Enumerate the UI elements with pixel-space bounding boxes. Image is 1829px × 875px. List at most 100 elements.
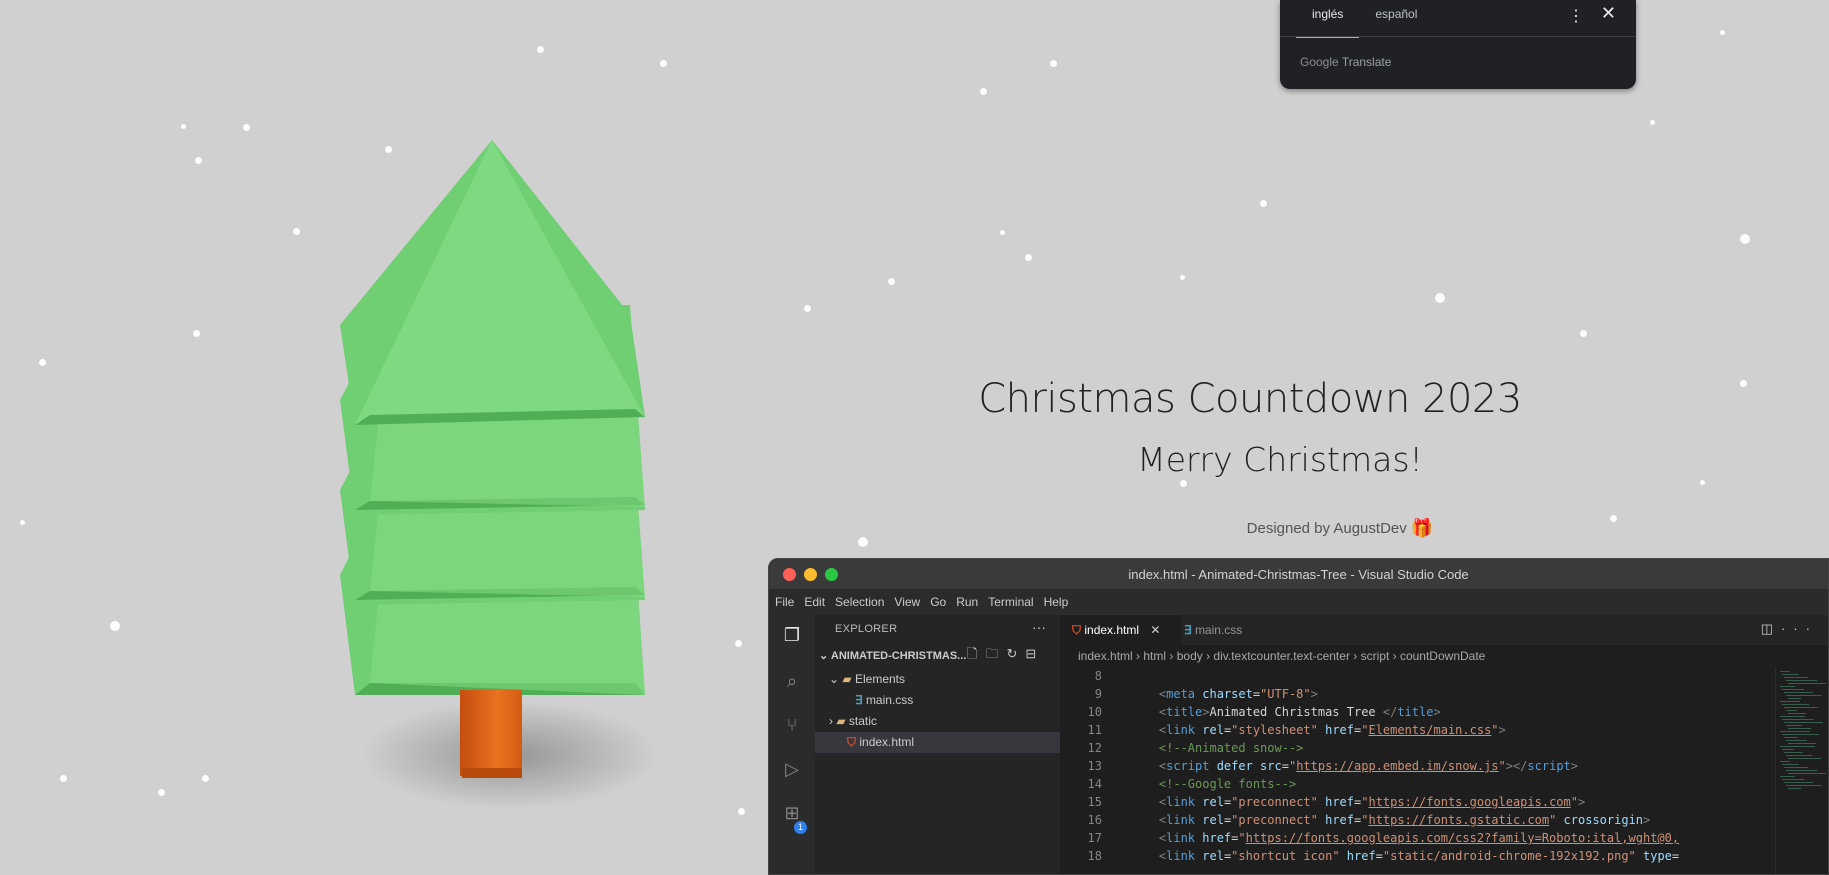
close-tab-icon[interactable]: ✕ xyxy=(1150,623,1160,637)
code-token: > xyxy=(1570,759,1579,773)
code-token: < xyxy=(1130,831,1167,845)
snowflake xyxy=(195,157,202,164)
tree-trunk xyxy=(460,690,522,776)
code-token: crossorigin xyxy=(1556,813,1644,827)
snowflake xyxy=(1435,293,1445,303)
explorer-icon[interactable]: ❐ xyxy=(781,625,803,647)
code-line: 17 <link href="https://fonts.googleapis.… xyxy=(1060,829,1776,847)
breadcrumb-item[interactable]: script xyxy=(1361,649,1390,663)
snowflake xyxy=(1180,480,1187,487)
tree-tier-1 xyxy=(340,140,645,425)
close-icon[interactable]: ✕ xyxy=(1601,3,1616,24)
new-folder-icon[interactable]: 🗀 xyxy=(985,646,1006,661)
tab-source-language[interactable]: inglés xyxy=(1296,0,1360,38)
code-line: 13 <script defer src="https://app.embed.… xyxy=(1060,757,1776,775)
tab-index-html[interactable]: ⛉ index.html ✕ xyxy=(1060,615,1182,645)
code-editor[interactable]: 89 <meta charset="UTF-8"> 10 <title>Anima… xyxy=(1060,667,1776,874)
snowflake xyxy=(738,808,745,815)
more-options-icon[interactable]: ⋮ xyxy=(1568,6,1584,26)
project-folder-label: ANIMATED-CHRISTMAS... xyxy=(830,650,967,662)
snowflake xyxy=(1650,120,1655,125)
snowflake xyxy=(158,789,165,796)
page-title: Christmas Countdown 2023 xyxy=(978,376,1522,422)
minimap-line xyxy=(1788,758,1821,759)
code-token: link xyxy=(1166,849,1196,863)
code-token: "stylesheet" xyxy=(1231,723,1318,737)
breadcrumb-item[interactable]: body xyxy=(1177,649,1203,663)
breadcrumb-item[interactable]: index.html xyxy=(1078,649,1133,663)
tree-item-main-css[interactable]: ∃ main.css xyxy=(815,690,1060,711)
minimap-line xyxy=(1788,743,1816,744)
editor-tab-bar: ⛉ index.html ✕ ∃ main.css ◫··· xyxy=(1060,615,1828,645)
minimap-line xyxy=(1784,707,1818,708)
minimap-line xyxy=(1786,710,1797,711)
line-number: 11 xyxy=(1087,723,1102,737)
code-line: 14 <!--Google fonts--> xyxy=(1060,775,1776,793)
snowflake xyxy=(60,775,67,782)
breadcrumb-item[interactable]: div.textcounter.text-center xyxy=(1213,649,1350,663)
tab-main-css[interactable]: ∃ main.css xyxy=(1172,615,1284,645)
menu-item-go[interactable]: Go xyxy=(930,595,946,609)
snowflake xyxy=(1260,200,1267,207)
designed-by-credit: Designed by AugustDev 🎁 xyxy=(1110,518,1570,539)
line-number: 14 xyxy=(1087,777,1102,791)
line-number: 9 xyxy=(1094,687,1102,701)
code-token: "preconnect" xyxy=(1231,813,1318,827)
snowflake xyxy=(293,228,300,235)
breadcrumb-item[interactable]: html xyxy=(1143,649,1166,663)
code-token: rel xyxy=(1195,795,1224,809)
more-actions-icon[interactable]: ··· xyxy=(1781,621,1818,636)
code-token: https://fonts.googleapis.com/css2?family… xyxy=(1245,831,1680,845)
menu-item-file[interactable]: File xyxy=(775,595,794,609)
snowflake xyxy=(181,124,186,129)
window-title: index.html - Animated-Christmas-Tree - V… xyxy=(1128,567,1469,582)
snowflake xyxy=(110,621,120,631)
code-token: = xyxy=(1281,759,1289,773)
minimap-line xyxy=(1788,773,1826,774)
minimap-line xyxy=(1784,677,1808,678)
line-number: 15 xyxy=(1087,795,1102,809)
minimap-line xyxy=(1786,755,1812,756)
menu-item-terminal[interactable]: Terminal xyxy=(988,595,1033,609)
code-line: 18 <link rel="shortcut icon" href="stati… xyxy=(1060,847,1776,865)
menu-item-edit[interactable]: Edit xyxy=(804,595,825,609)
code-line: 16 <link rel="preconnect" href="https://… xyxy=(1060,811,1776,829)
tree-item-index-html[interactable]: ⛉ index.html xyxy=(815,732,1060,753)
collapse-all-icon[interactable]: ⊟ xyxy=(1025,646,1044,661)
new-file-icon[interactable]: 🗋 xyxy=(967,646,985,661)
tree-item-elements[interactable]: ⌄ ▰ Elements xyxy=(815,669,1060,690)
tab-target-language[interactable]: español xyxy=(1359,0,1433,36)
minimap-line xyxy=(1788,683,1826,684)
tree-item-static[interactable]: › ▰ static xyxy=(815,711,1060,732)
snowflake xyxy=(1025,254,1032,261)
divider xyxy=(1280,36,1636,37)
folder-icon: ▰ xyxy=(836,714,846,728)
code-token: < xyxy=(1130,723,1167,737)
run-debug-icon[interactable]: ▷ xyxy=(781,759,803,781)
tree-trunk-base xyxy=(462,768,522,778)
minimap-line xyxy=(1786,695,1822,696)
search-icon[interactable]: ⌕ xyxy=(781,671,803,693)
project-folder[interactable]: ⌄ ANIMATED-CHRISTMAS... xyxy=(819,649,966,662)
editor-area: ⛉ index.html ✕ ∃ main.css ◫··· index.htm… xyxy=(1060,615,1828,874)
snowflake xyxy=(1580,330,1587,337)
minimap[interactable] xyxy=(1775,667,1828,874)
code-token: = xyxy=(1375,849,1383,863)
menu-item-view[interactable]: View xyxy=(894,595,920,609)
minimap-line xyxy=(1784,752,1803,753)
menu-item-selection[interactable]: Selection xyxy=(835,595,884,609)
refresh-icon[interactable]: ↻ xyxy=(1006,646,1025,661)
snowflake xyxy=(1740,234,1750,244)
html-file-icon: ⛉ xyxy=(1072,623,1082,637)
menu-item-run[interactable]: Run xyxy=(956,595,978,609)
menu-item-help[interactable]: Help xyxy=(1044,595,1069,609)
breadcrumb-item[interactable]: countDownDate xyxy=(1400,649,1485,663)
snowflake xyxy=(1610,515,1617,522)
split-editor-icon[interactable]: ◫ xyxy=(1761,621,1781,636)
google-translate-brand: Google Translate xyxy=(1300,55,1391,69)
source-control-icon[interactable]: ⑂ xyxy=(781,715,803,737)
minimap-line xyxy=(1780,701,1800,702)
explorer-more-icon[interactable]: ··· xyxy=(1032,619,1046,635)
code-line: 10 <title>Animated Christmas Tree </titl… xyxy=(1060,703,1776,721)
minimap-line xyxy=(1780,761,1790,762)
